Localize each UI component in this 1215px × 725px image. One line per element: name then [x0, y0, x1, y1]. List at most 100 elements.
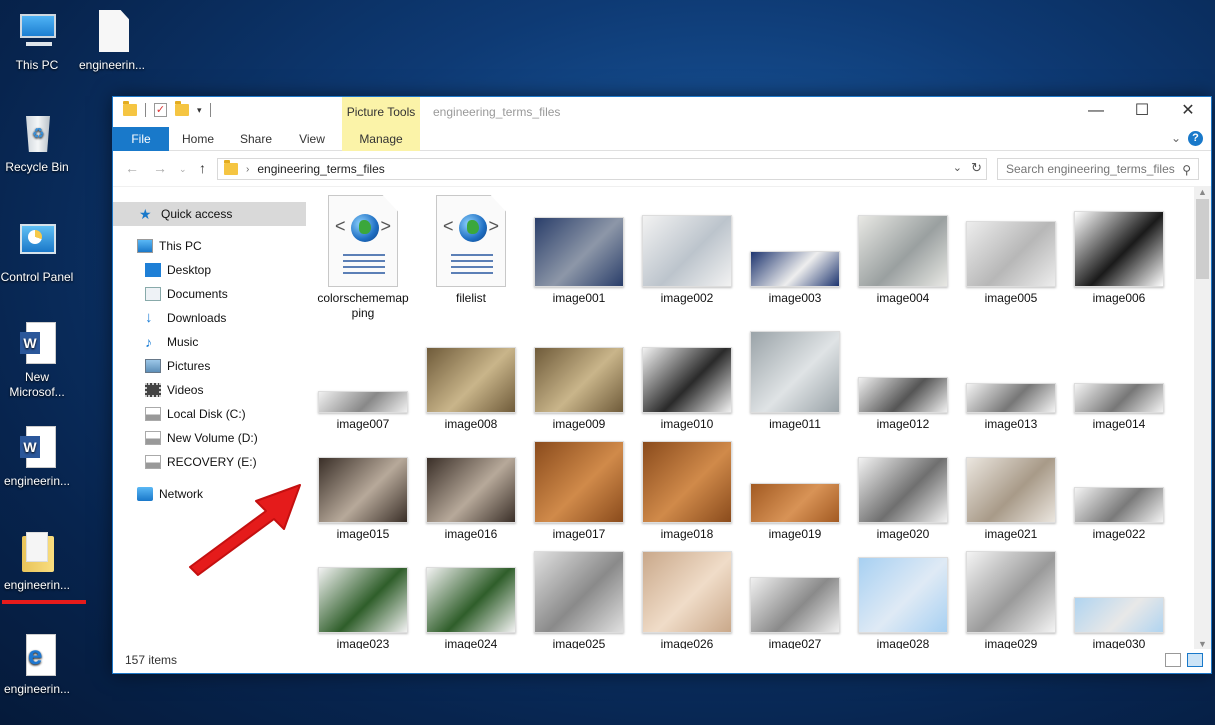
file-item[interactable]: image004 — [851, 195, 955, 305]
file-item[interactable]: image017 — [527, 431, 631, 541]
sidebar-item-local-disk-c[interactable]: Local Disk (C:) — [113, 402, 306, 426]
file-item[interactable]: image006 — [1067, 195, 1171, 305]
desktop-icon-this-pc[interactable]: This PC — [0, 10, 77, 73]
image-thumbnail — [426, 457, 516, 523]
file-item[interactable]: image026 — [635, 541, 739, 649]
sidebar-item-videos[interactable]: Videos — [113, 378, 306, 402]
desktop-icon-engineering-doc[interactable]: engineerin... — [72, 10, 152, 73]
minimize-button[interactable]: — — [1073, 97, 1119, 127]
details-view-icon[interactable] — [1165, 653, 1181, 667]
desktop-icon-label: engineerin... — [78, 58, 146, 72]
file-item[interactable]: image002 — [635, 195, 739, 305]
recent-locations-chevron-icon[interactable]: ⌄ — [179, 164, 187, 175]
desktop-icon-engineering-edge[interactable]: e engineerin... — [0, 634, 77, 697]
tab-file[interactable]: File — [113, 127, 169, 151]
web-document-icon: < > — [328, 195, 398, 287]
file-item[interactable]: image013 — [959, 321, 1063, 431]
file-item[interactable]: image015 — [311, 431, 415, 541]
sidebar-item-documents[interactable]: Documents — [113, 282, 306, 306]
sidebar-item-pictures[interactable]: Pictures — [113, 354, 306, 378]
file-item[interactable]: image018 — [635, 431, 739, 541]
up-arrow-icon[interactable]: ↑ — [199, 160, 206, 176]
scrollbar-thumb[interactable] — [1196, 199, 1209, 279]
tab-home[interactable]: Home — [175, 127, 221, 151]
tab-view[interactable]: View — [289, 127, 335, 151]
close-button[interactable]: ✕ — [1165, 97, 1211, 127]
sidebar-item-music[interactable]: ♪ Music — [113, 330, 306, 354]
file-item[interactable]: image023 — [311, 541, 415, 649]
breadcrumb-path[interactable]: engineering_terms_files — [257, 162, 384, 176]
folder-icon — [224, 160, 238, 175]
image-thumbnail — [966, 551, 1056, 633]
desktop-icon-label: engineerin... — [3, 474, 71, 488]
file-item[interactable]: image008 — [419, 321, 523, 431]
file-item[interactable]: image010 — [635, 321, 739, 431]
customize-toolbar-chevron-icon[interactable]: ▾ — [197, 105, 202, 116]
new-folder-icon[interactable] — [175, 101, 189, 116]
file-item[interactable]: image024 — [419, 541, 523, 649]
edge-browser-icon: e — [16, 634, 58, 678]
file-name-label: image030 — [1092, 637, 1146, 649]
address-dropdown-chevron-icon[interactable]: ⌄ — [953, 161, 962, 174]
sidebar-item-new-volume-d[interactable]: New Volume (D:) — [113, 426, 306, 450]
file-name-label: image023 — [336, 637, 390, 649]
scroll-down-icon[interactable]: ▼ — [1198, 639, 1207, 649]
help-icon[interactable]: ? — [1188, 131, 1203, 146]
file-item[interactable]: image025 — [527, 541, 631, 649]
forward-arrow-icon[interactable]: → — [153, 160, 167, 176]
file-item[interactable]: image014 — [1067, 321, 1171, 431]
file-item[interactable]: image028 — [851, 541, 955, 649]
search-input[interactable] — [997, 158, 1199, 180]
file-item[interactable]: image001 — [527, 195, 631, 305]
desktop-icon-engineering-folder[interactable]: engineerin... — [0, 530, 77, 593]
desktop-icon-engineering-word[interactable]: W engineerin... — [0, 426, 77, 489]
tab-share[interactable]: Share — [233, 127, 279, 151]
tab-manage[interactable]: Manage — [342, 127, 420, 151]
file-item[interactable]: image012 — [851, 321, 955, 431]
sidebar-item-downloads[interactable]: ↓ Downloads — [113, 306, 306, 330]
expand-ribbon-chevron-icon[interactable]: ⌄ — [1171, 131, 1181, 145]
file-item[interactable]: image021 — [959, 431, 1063, 541]
sidebar-item-desktop[interactable]: Desktop — [113, 258, 306, 282]
address-bar[interactable]: › engineering_terms_files ⌄ ↻ — [217, 158, 987, 180]
file-name-label: image007 — [336, 417, 390, 431]
image-thumbnail — [426, 567, 516, 633]
maximize-button[interactable]: ☐ — [1119, 97, 1165, 127]
sidebar-item-this-pc[interactable]: This PC — [113, 234, 306, 258]
file-item[interactable]: image029 — [959, 541, 1063, 649]
file-item[interactable]: image019 — [743, 431, 847, 541]
file-item[interactable]: image020 — [851, 431, 955, 541]
file-item[interactable]: image005 — [959, 195, 1063, 305]
file-item[interactable]: image022 — [1067, 431, 1171, 541]
vertical-scrollbar[interactable]: ▲ ▼ — [1194, 187, 1211, 649]
file-name-label: image027 — [768, 637, 822, 649]
refresh-icon[interactable]: ↻ — [971, 160, 982, 176]
file-item[interactable]: image009 — [527, 321, 631, 431]
large-icons-view-icon[interactable] — [1187, 653, 1203, 667]
file-item[interactable]: image027 — [743, 541, 847, 649]
sidebar-item-quick-access[interactable]: ★ Quick access — [113, 202, 306, 226]
file-name-label: colorschememapping — [317, 291, 409, 320]
desktop-icon-recycle-bin[interactable]: ♻ Recycle Bin — [0, 112, 77, 175]
scroll-up-icon[interactable]: ▲ — [1198, 187, 1207, 197]
folder-icon[interactable] — [123, 101, 137, 116]
desktop-icon-new-word-doc[interactable]: W New Microsof... — [0, 322, 77, 400]
sidebar-item-recovery-e[interactable]: RECOVERY (E:) — [113, 450, 306, 474]
file-item[interactable]: image030 — [1067, 541, 1171, 649]
file-item[interactable]: image003 — [743, 195, 847, 305]
download-arrow-icon: ↓ — [145, 309, 153, 326]
back-arrow-icon[interactable]: ← — [125, 160, 139, 176]
file-name-label: image001 — [552, 291, 606, 305]
file-item[interactable]: < > filelist — [419, 195, 523, 305]
desktop-icon-control-panel[interactable]: Control Panel — [0, 222, 77, 285]
image-thumbnail — [966, 221, 1056, 287]
file-item[interactable]: < > colorschememapping — [311, 195, 415, 320]
search-icon[interactable]: ⚲ — [1182, 163, 1191, 177]
item-count: 157 items — [125, 653, 178, 667]
file-name-label: image028 — [876, 637, 930, 649]
file-item[interactable]: image007 — [311, 321, 415, 431]
file-item[interactable]: image011 — [743, 321, 847, 431]
properties-icon[interactable]: ✓ — [154, 103, 167, 117]
desktop-icon-label: New Microsof... — [9, 370, 65, 399]
file-item[interactable]: image016 — [419, 431, 523, 541]
